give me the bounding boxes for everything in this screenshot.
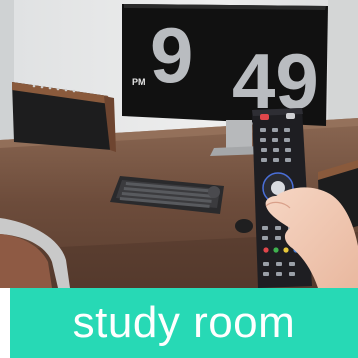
room-scene: 9 49 PM (0, 0, 358, 288)
caption-text: study room (72, 298, 296, 347)
power-button (260, 114, 269, 120)
caption-banner: study room (10, 288, 358, 358)
clock-period: PM (132, 77, 146, 87)
clock-hour: 9 (150, 11, 193, 99)
mouse (235, 219, 253, 233)
product-image: 9 49 PM study room (0, 0, 358, 358)
